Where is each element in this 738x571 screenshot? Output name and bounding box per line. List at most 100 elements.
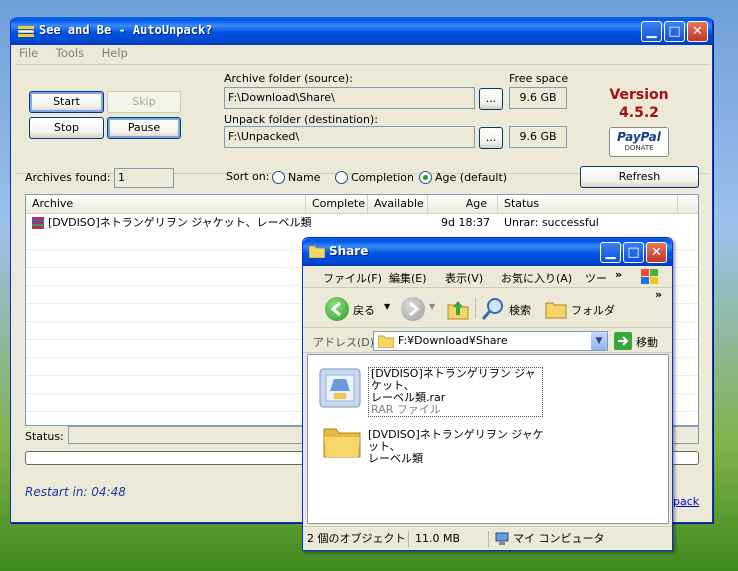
address-input[interactable]: F:¥Download¥Share	[373, 331, 608, 351]
explorer-status-bar: 2 個のオブジェクト 11.0 MB マイ コンピュータ	[303, 526, 672, 550]
menu-help[interactable]: Help	[102, 46, 128, 60]
menu-bar: File Tools Help	[19, 46, 142, 64]
search-icon[interactable]	[481, 297, 505, 321]
menu-tools-jp[interactable]: ツー	[585, 270, 607, 286]
menu-tools[interactable]: Tools	[56, 46, 84, 60]
browse-source-button[interactable]: ...	[479, 88, 503, 110]
browse-dest-button[interactable]: ...	[479, 127, 503, 149]
address-folder-icon	[378, 335, 394, 348]
minimize-icon: ▁	[646, 24, 657, 39]
explorer-close-button[interactable]: ✕	[646, 242, 667, 263]
address-dropdown-icon[interactable]: ▼	[591, 332, 607, 350]
back-arrow-icon[interactable]	[325, 297, 349, 321]
folder-name-line2: レーベル類	[368, 452, 423, 465]
status-separator	[488, 531, 489, 547]
status-size: 11.0 MB	[415, 532, 461, 545]
archive-folder-field[interactable]: F:\Download\Share\	[224, 87, 475, 109]
sort-label: Sort on:	[226, 170, 270, 183]
col-status[interactable]: Status	[498, 195, 678, 214]
title-bar[interactable]: See and Be - AutoUnpack? ▁ □ ✕	[11, 17, 712, 45]
folders-button-label[interactable]: フォルダ	[571, 302, 615, 318]
sort-completion-label: Completion	[351, 171, 415, 184]
address-label: アドレス(D)	[313, 336, 375, 349]
windows-logo-icon	[641, 269, 658, 284]
unpack-folder-field[interactable]: F:\Unpacked\	[224, 126, 475, 148]
explorer-title-bar[interactable]: Share ▁ □ ✕	[303, 238, 672, 266]
row-status: Unrar: successful	[504, 216, 599, 229]
search-button-label[interactable]: 検索	[509, 302, 531, 318]
paypal-logo: PayPal	[617, 130, 661, 144]
rar-file-name-box: [DVDISO]ネトランゲリヲン ジャケット、 レーベル類.rar RAR ファ…	[368, 367, 543, 417]
free-space-source: 9.6 GB	[509, 87, 567, 109]
go-arrow-icon[interactable]	[614, 332, 632, 350]
explorer-window: Share ▁ □ ✕ ファイル(F) 編集(E) 表示(V) お気に入り(A)…	[302, 237, 673, 551]
sort-age-radio[interactable]	[419, 171, 432, 184]
back-dropdown-icon[interactable]: ▼	[384, 302, 390, 311]
forward-arrow-icon[interactable]	[401, 297, 425, 321]
col-available[interactable]: Available	[368, 195, 428, 214]
chevron-right-icon[interactable]: »	[615, 268, 622, 281]
donate-label: DONATE	[624, 144, 654, 152]
menu-edit-jp[interactable]: 編集(E)	[389, 270, 427, 286]
file-item-rar[interactable]: [DVDISO]ネトランゲリヲン ジャケット、 レーベル類.rar RAR ファ…	[316, 363, 544, 417]
file-list-pane[interactable]: [DVDISO]ネトランゲリヲン ジャケット、 レーベル類.rar RAR ファ…	[307, 354, 669, 524]
maximize-icon: □	[668, 24, 681, 39]
col-age[interactable]: Age	[428, 195, 498, 214]
explorer-minimize-button[interactable]: ▁	[600, 242, 621, 263]
sort-age-label: Age (default)	[435, 171, 508, 184]
status-location: マイ コンピュータ	[513, 532, 605, 545]
rar-file-type: RAR ファイル	[371, 403, 441, 416]
rar-file-name-line1: [DVDISO]ネトランゲリヲン ジャケット、	[371, 367, 536, 392]
explorer-toolbar: 戻る ▼ ▼ 検索 フォルダ »	[303, 288, 672, 328]
computer-icon	[495, 532, 509, 545]
table-row[interactable]: [DVDISO]ネトランゲリヲン ジャケット、レーベル類 9d 18:37 Un…	[26, 214, 698, 232]
col-complete[interactable]: Complete	[306, 195, 368, 214]
free-space-dest: 9.6 GB	[509, 126, 567, 148]
back-button-label[interactable]: 戻る	[353, 302, 375, 318]
folder-name-line1: [DVDISO]ネトランゲリヲン ジャケット、	[368, 428, 544, 453]
folder-name-box: [DVDISO]ネトランゲリヲン ジャケット、 レーベル類	[368, 429, 544, 465]
menu-file-jp[interactable]: ファイル(F)	[323, 270, 382, 286]
start-button[interactable]: Start	[29, 91, 104, 113]
rar-file-icon	[319, 368, 361, 408]
version-label: Version	[609, 87, 669, 103]
folders-icon[interactable]	[545, 299, 567, 319]
paypal-donate-button[interactable]: PayPal DONATE	[609, 127, 669, 157]
maximize-icon: □	[627, 245, 640, 260]
explorer-menu-bar: ファイル(F) 編集(E) 表示(V) お気に入り(A) ツー »	[303, 266, 672, 288]
up-folder-icon[interactable]	[447, 297, 469, 321]
go-button-label[interactable]: 移動	[636, 334, 658, 350]
row-age: 9d 18:37	[441, 216, 491, 229]
sort-completion-radio[interactable]	[335, 171, 348, 184]
explorer-maximize-button[interactable]: □	[623, 242, 644, 263]
folder-item[interactable]: [DVDISO]ネトランゲリヲン ジャケット、 レーベル類	[316, 419, 544, 469]
minimize-button[interactable]: ▁	[641, 21, 662, 42]
unpack-folder-label: Unpack folder (destination):	[224, 113, 379, 126]
forward-dropdown-icon[interactable]: ▼	[429, 302, 435, 311]
explorer-title: Share	[329, 244, 369, 258]
close-icon: ✕	[692, 24, 703, 39]
row-archive-name: [DVDISO]ネトランゲリヲン ジャケット、レーベル類	[48, 216, 312, 229]
menu-favorites-jp[interactable]: お気に入り(A)	[501, 270, 572, 286]
minimize-icon: ▁	[605, 245, 616, 260]
menu-view-jp[interactable]: 表示(V)	[445, 270, 483, 286]
website-link[interactable]: pack	[673, 495, 699, 508]
folder-icon	[309, 245, 325, 258]
stop-button[interactable]: Stop	[29, 117, 104, 139]
col-archive[interactable]: Archive	[26, 195, 306, 214]
close-icon: ✕	[651, 245, 662, 260]
sort-name-radio[interactable]	[272, 171, 285, 184]
maximize-button[interactable]: □	[664, 21, 685, 42]
menu-file[interactable]: File	[19, 46, 38, 60]
close-button[interactable]: ✕	[687, 21, 708, 42]
skip-button[interactable]: Skip	[107, 91, 181, 113]
status-separator	[408, 531, 409, 547]
address-bar: アドレス(D) F:¥Download¥Share ▼ 移動	[303, 329, 672, 353]
archive-list-header: Archive Complete Available Age Status	[26, 195, 698, 214]
refresh-button[interactable]: Refresh	[580, 166, 699, 188]
toolbar-more-icon[interactable]: »	[655, 288, 662, 301]
free-space-label: Free space	[509, 72, 569, 85]
pause-button[interactable]: Pause	[107, 117, 181, 139]
window-title: See and Be - AutoUnpack?	[39, 23, 213, 37]
folder-large-icon	[323, 428, 361, 458]
